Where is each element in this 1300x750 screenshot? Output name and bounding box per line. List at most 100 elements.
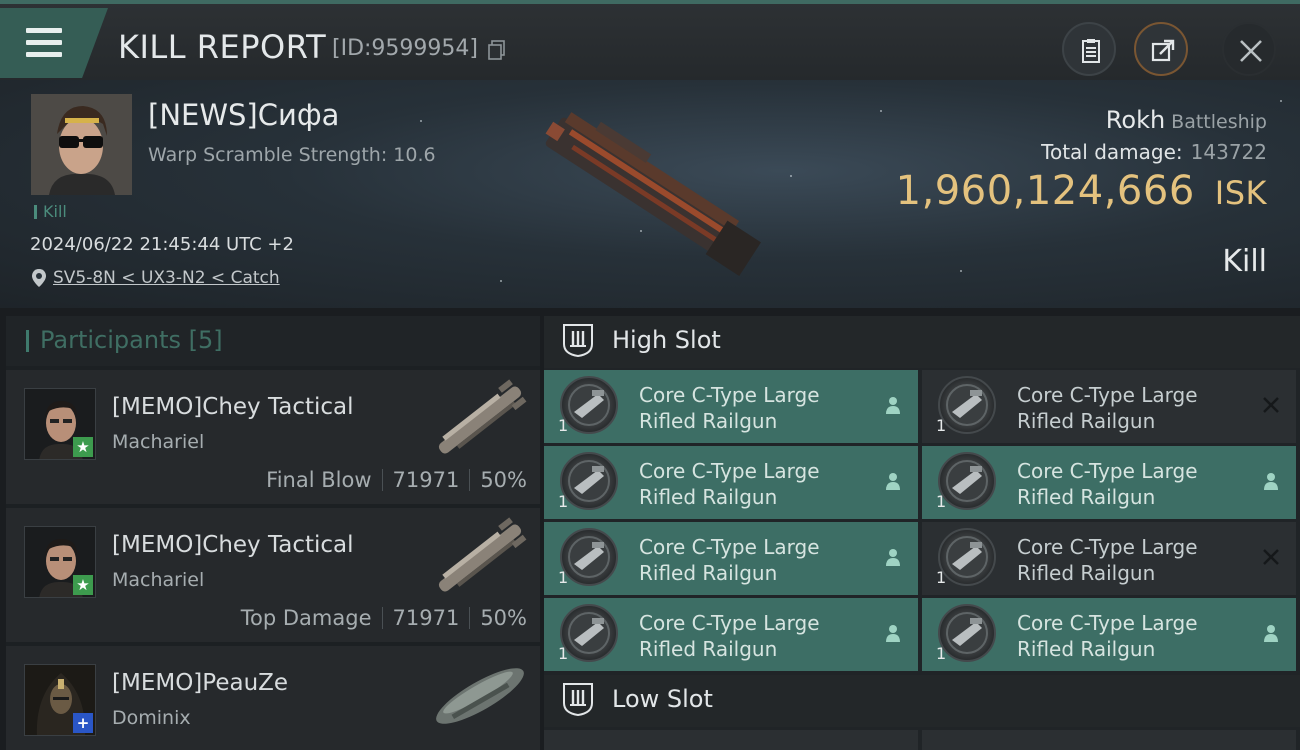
copy-icon[interactable] [488,40,506,60]
victim-avatar[interactable] [31,94,132,195]
destroyed-x-icon [1263,549,1279,565]
divider [469,607,471,629]
warp-scramble-strength: Warp Scramble Strength: 10.6 [148,144,436,166]
total-damage: Total damage: 143722 [1041,140,1267,164]
participants-count: [5] [188,326,223,354]
dropped-person-icon [1264,473,1278,490]
module-name-line1: Core C-Type Large [1017,611,1198,635]
railgun-icon [938,452,996,510]
report-type: Kill [1222,244,1267,279]
module-name: Core C-Type Large Rifled Railgun [639,382,820,434]
participant-avatar[interactable]: + [24,664,96,736]
module-name: Core C-Type Large Rifled Railgun [639,534,820,586]
module-name-line1: Core C-Type Large [639,535,820,559]
module-name-line2: Rifled Railgun [1017,561,1156,585]
module-name-line2: Rifled Railgun [1017,485,1156,509]
railgun-icon [938,376,996,434]
dropped-person-icon [1264,625,1278,642]
destroyed-x-icon [1263,397,1279,413]
page-title: KILL REPORT [118,28,327,66]
total-damage-value: 143722 [1190,140,1267,164]
dropped-person-icon [886,625,900,642]
standing-badge: ★ [73,575,93,595]
close-button[interactable] [1222,22,1276,76]
module-tile[interactable]: 1 Core C-Type Large Rifled Railgun [544,522,918,595]
module-tile[interactable]: 1 Core C-Type Large Rifled Railgun [544,370,918,443]
dropped-person-icon [886,473,900,490]
module-tile[interactable]: 1 Core C-Type Large Rifled Railgun [544,446,918,519]
victim-summary: [NEWS]Сифа Warp Scramble Strength: 10.6 … [0,80,1300,308]
railgun-icon [560,376,618,434]
kill-report-window: KILL REPORT [ID:9599954] [NEWS]Сифа Warp… [0,0,1300,750]
module-name: Core C-Type Large Rifled Railgun [639,458,820,510]
isk-amount: 1,960,124,666 [895,168,1195,214]
clipboard-button[interactable] [1062,22,1116,76]
participant-percent: 50% [480,606,527,630]
share-icon [1151,39,1175,62]
location-link[interactable]: SV5-8N < UX3-N2 < Catch [53,268,280,288]
module-quantity: 1 [558,492,569,511]
low-slot-icon [563,683,593,717]
module-tile[interactable]: 1 Core C-Type Large Rifled Railgun [544,598,918,671]
high-slot-icon [563,324,593,358]
module-name: Core C-Type Large Rifled Railgun [1017,534,1198,586]
victim-name: [NEWS]Сифа [148,98,340,132]
low-slot-title: Low Slot [612,685,713,713]
module-name-line2: Rifled Railgun [639,561,778,585]
module-name-line1: Core C-Type Large [1017,459,1198,483]
low-slot-module[interactable] [544,730,918,750]
low-slot-module[interactable] [922,730,1296,750]
participant-damage: 71971 [392,606,460,630]
participant-name: [MEMO]PeauZe [112,670,289,696]
share-button[interactable] [1134,22,1188,76]
title-bar: KILL REPORT [ID:9599954] [0,0,1300,80]
participant-card[interactable]: ★ [MEMO]Chey Tactical Machariel Final Bl… [6,370,540,504]
menu-button[interactable] [0,8,108,78]
module-name: Core C-Type Large Rifled Railgun [1017,610,1198,662]
railgun-icon [560,604,618,662]
participants-label: Participants [40,326,181,354]
participant-ship: Dominix [112,707,191,729]
module-quantity: 1 [936,568,947,587]
ship-class: Battleship [1171,111,1267,133]
participant-role: Top Damage [240,606,372,630]
participant-card[interactable]: ★ [MEMO]Chey Tactical Machariel Top Dama… [6,508,540,642]
participant-stats: Top Damage 71971 50% [241,606,527,630]
participants-title: Participants [5] [40,326,223,354]
module-tile[interactable]: 1 Core C-Type Large Rifled Railgun [922,370,1296,443]
participant-avatar[interactable]: ★ [24,526,96,598]
module-name-line2: Rifled Railgun [639,409,778,433]
module-tile[interactable]: 1 Core C-Type Large Rifled Railgun [922,446,1296,519]
module-name-line1: Core C-Type Large [1017,535,1198,559]
victim-ship: Rokh Battleship [1106,106,1267,134]
module-name-line1: Core C-Type Large [639,611,820,635]
module-tile[interactable]: 1 Core C-Type Large Rifled Railgun [922,598,1296,671]
kill-tag: Kill [34,204,67,220]
module-quantity: 1 [558,568,569,587]
participant-ship: Machariel [112,431,205,453]
divider [381,607,383,629]
participant-ship-image [436,668,524,724]
divider [381,469,383,491]
standing-badge: + [73,713,93,733]
module-name: Core C-Type Large Rifled Railgun [1017,458,1198,510]
module-quantity: 1 [558,644,569,663]
participant-ship: Machariel [112,569,205,591]
module-name-line2: Rifled Railgun [639,485,778,509]
participant-name: [MEMO]Chey Tactical [112,532,354,558]
location-pin-icon [32,269,46,287]
participants-header: Participants [5] [6,316,540,366]
railgun-icon [560,452,618,510]
module-name: Core C-Type Large Rifled Railgun [1017,382,1198,434]
menu-icon-line [26,28,62,33]
module-tile[interactable]: 1 Core C-Type Large Rifled Railgun [922,522,1296,595]
participant-card[interactable]: + [MEMO]PeauZe Dominix [6,646,540,750]
module-quantity: 1 [558,416,569,435]
standing-badge: ★ [73,437,93,457]
high-slot-header: High Slot [544,316,1300,368]
participant-avatar[interactable]: ★ [24,388,96,460]
victim-ship-image[interactable] [530,108,770,278]
participant-percent: 50% [480,468,527,492]
module-quantity: 1 [936,492,947,511]
divider [469,469,471,491]
